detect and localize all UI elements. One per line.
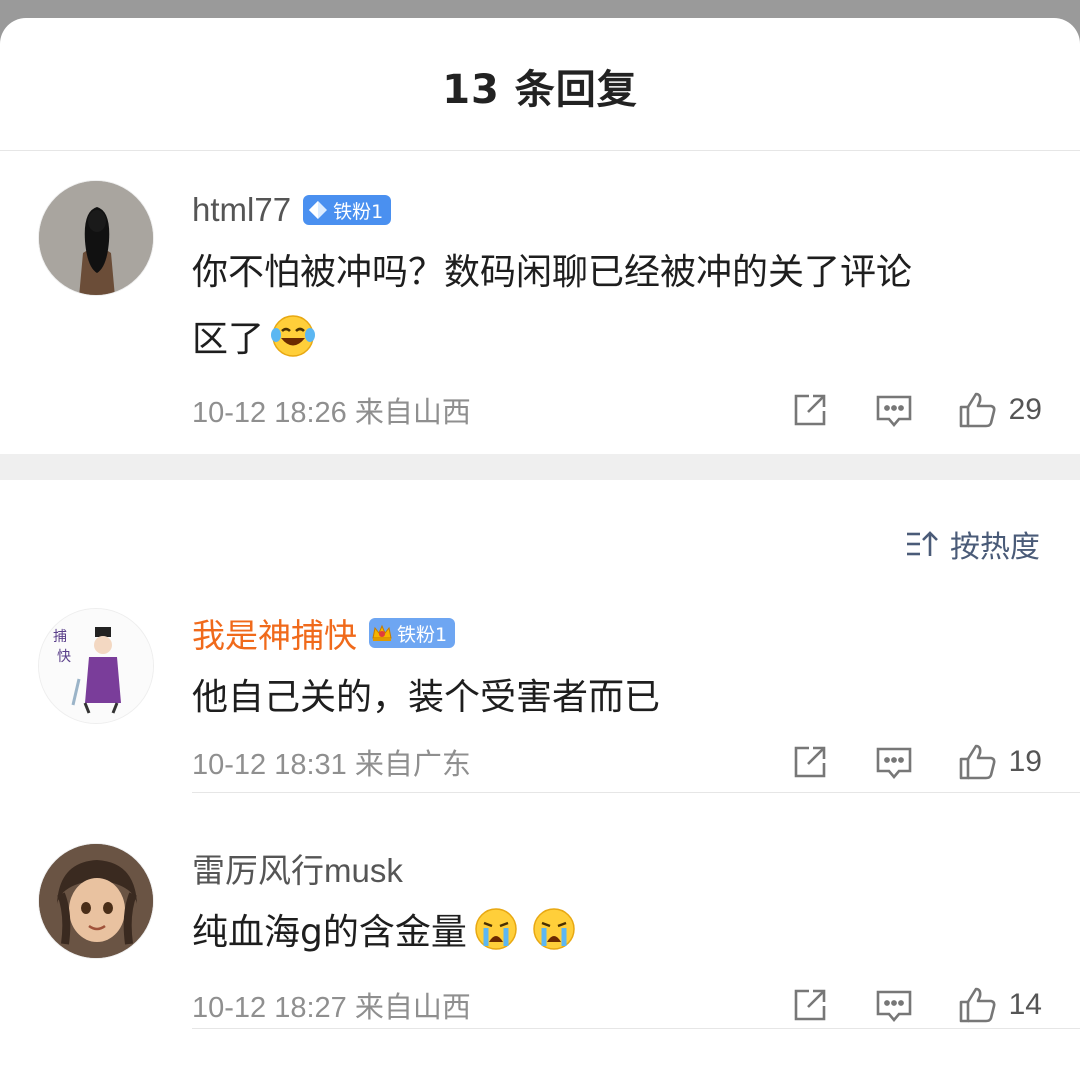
reply-sheet: 13 条回复 html77 铁粉1 你不怕被冲吗？数码闲聊已经被冲的关了评论 区… bbox=[0, 18, 1080, 1080]
replies-section: 按热度 捕 快 我是神捕快 铁粉1 他自己关的，装个受害者而已 10-12 18… bbox=[0, 480, 1080, 1080]
divider bbox=[192, 792, 1080, 793]
comment-icon bbox=[876, 395, 911, 428]
share-button[interactable] bbox=[789, 741, 831, 783]
laughing-tears-emoji-icon bbox=[271, 315, 316, 357]
thumbs-up-icon bbox=[959, 987, 996, 1023]
svg-text:快: 快 bbox=[57, 649, 71, 665]
root-comment: html77 铁粉1 你不怕被冲吗？数码闲聊已经被冲的关了评论 区了 10-12… bbox=[0, 151, 1080, 454]
comment-meta: 10-12 18:26 来自山西 bbox=[192, 397, 471, 429]
like-button[interactable]: 29 bbox=[957, 389, 1042, 431]
badge-label: 铁粉1 bbox=[397, 623, 448, 646]
comment-text-line2: 区了 bbox=[192, 319, 265, 360]
username[interactable]: html77 bbox=[192, 191, 291, 229]
comment-icon bbox=[876, 747, 911, 780]
like-count: 29 bbox=[1008, 393, 1042, 426]
share-icon bbox=[794, 989, 825, 1021]
like-count: 19 bbox=[1008, 745, 1042, 778]
like-button[interactable]: 19 bbox=[957, 741, 1042, 783]
avatar[interactable]: 捕 快 bbox=[38, 608, 154, 724]
sort-button[interactable]: 按热度 bbox=[904, 522, 1040, 566]
crying-emoji-icon bbox=[475, 908, 517, 950]
divider bbox=[192, 1028, 1080, 1029]
fan-badge: 铁粉1 bbox=[303, 195, 392, 225]
comment-text: 他自己关的，装个受害者而已 bbox=[192, 677, 661, 718]
comment-meta: 10-12 18:31 来自广东 bbox=[192, 749, 471, 781]
crown-icon bbox=[372, 624, 392, 641]
reply-comment: 雷厉风行musk 纯血海g的含金量 10-12 18:27 来自山西 14 bbox=[0, 843, 1080, 1063]
sheet-header: 13 条回复 bbox=[0, 18, 1080, 151]
share-button[interactable] bbox=[789, 389, 831, 431]
comment-icon bbox=[876, 990, 911, 1023]
comment-text-line1: 你不怕被冲吗？数码闲聊已经被冲的关了评论 bbox=[192, 252, 913, 293]
diamond-icon bbox=[309, 201, 328, 219]
reply-comment: 捕 快 我是神捕快 铁粉1 他自己关的，装个受害者而已 10-12 18:31 … bbox=[0, 608, 1080, 818]
comment-text-body: 纯血海g的含金量 bbox=[192, 912, 467, 953]
avatar[interactable] bbox=[38, 843, 154, 959]
section-gap bbox=[0, 454, 1080, 480]
username[interactable]: 雷厉风行musk bbox=[192, 844, 403, 892]
page-title: 13 条回复 bbox=[442, 67, 638, 113]
sort-label: 按热度 bbox=[950, 530, 1040, 565]
thumbs-up-icon bbox=[959, 392, 996, 428]
crying-emoji-icon bbox=[533, 908, 575, 950]
comment-meta: 10-12 18:27 来自山西 bbox=[192, 992, 471, 1024]
comment-text: 纯血海g的含金量 bbox=[192, 899, 1042, 966]
share-icon bbox=[794, 394, 825, 426]
share-icon bbox=[794, 746, 825, 778]
share-button[interactable] bbox=[789, 984, 831, 1026]
avatar[interactable] bbox=[38, 180, 154, 296]
comment-button[interactable] bbox=[873, 389, 915, 431]
fan-badge: 铁粉1 bbox=[369, 618, 456, 648]
comment-button[interactable] bbox=[873, 741, 915, 783]
badge-label: 铁粉1 bbox=[333, 200, 384, 223]
like-count: 14 bbox=[1008, 988, 1042, 1021]
sort-icon bbox=[907, 531, 938, 556]
comment-text: 你不怕被冲吗？数码闲聊已经被冲的关了评论 区了 bbox=[192, 239, 1042, 373]
comment-button[interactable] bbox=[873, 984, 915, 1026]
thumbs-up-icon bbox=[959, 744, 996, 780]
like-button[interactable]: 14 bbox=[957, 984, 1042, 1026]
username[interactable]: 我是神捕快 bbox=[192, 609, 357, 657]
svg-text:捕: 捕 bbox=[53, 629, 67, 645]
